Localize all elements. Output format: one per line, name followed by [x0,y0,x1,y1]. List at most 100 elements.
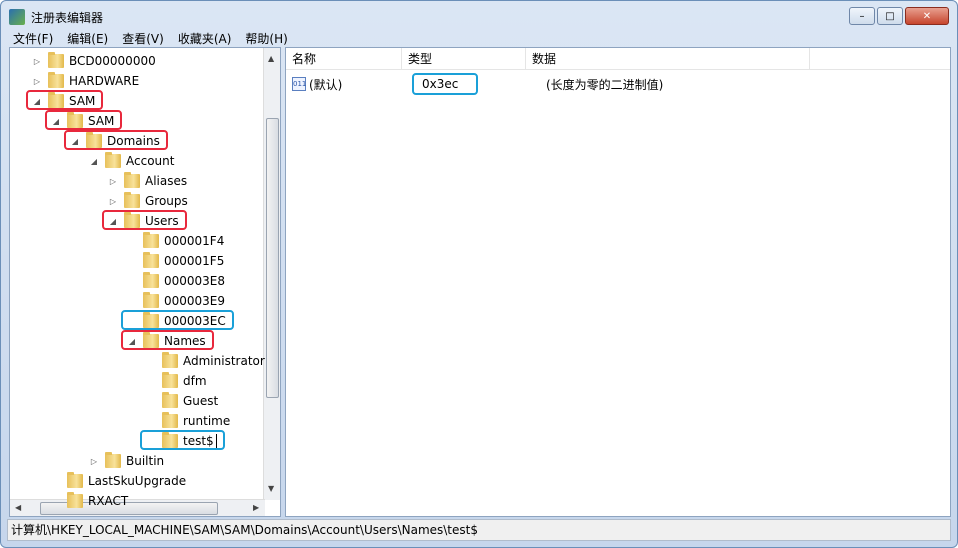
menu-help[interactable]: 帮助(H) [245,30,287,47]
tree-item[interactable]: RXACT [51,491,128,511]
title-bar: 注册表编辑器 [9,7,103,27]
scroll-right-arrow-icon[interactable]: ▶ [253,503,259,512]
tree-item-label: 000003E8 [164,274,226,288]
tree-item[interactable]: ◢ Domains [70,131,160,151]
menu-file[interactable]: 文件(F) [13,30,53,47]
tree-item[interactable]: 000003E8 [127,271,225,291]
tree-item-label: Users [145,214,179,228]
tree-item-label: LastSkuUpgrade [88,474,187,488]
expand-arrow-icon[interactable]: ▷ [32,57,42,66]
tree-vertical-scrollbar[interactable]: ▲ ▼ [263,48,280,500]
tree-item-label: runtime [183,414,231,428]
folder-icon [105,452,121,468]
tree-item[interactable]: Administrator [146,351,265,371]
tree-item[interactable]: LastSkuUpgrade [51,471,186,491]
tree-item[interactable]: 000003EC [127,311,226,331]
folder-icon [48,92,64,108]
collapse-arrow-icon[interactable]: ◢ [32,97,42,106]
folder-icon [67,492,83,508]
tree-item-label: Account [126,154,175,168]
folder-icon [143,292,159,308]
collapse-arrow-icon[interactable]: ◢ [70,137,80,146]
tree-item[interactable]: Guest [146,391,218,411]
scroll-left-arrow-icon[interactable]: ◀ [15,503,21,512]
maximize-button[interactable]: □ [877,7,903,25]
tree-item-label: SAM [88,114,115,128]
tree-item[interactable]: ▷ Groups [108,191,188,211]
tree-item-label: BCD00000000 [69,54,156,68]
expand-arrow-icon[interactable]: ▷ [32,77,42,86]
expand-arrow-icon[interactable]: ▷ [108,177,118,186]
tree-item-label: Names [164,334,206,348]
folder-icon [143,312,159,328]
folder-icon [143,272,159,288]
tree-item[interactable]: ◢ SAM [32,91,95,111]
tree-item-label: SAM [69,94,96,108]
tree-item[interactable]: dfm [146,371,207,391]
minimize-button[interactable]: – [849,7,875,25]
tree-item[interactable]: ◢ SAM [51,111,114,131]
tree-item[interactable]: ▷ HARDWARE [32,71,139,91]
tree-item[interactable]: ◢ Users [108,211,179,231]
tree-item-label: Aliases [145,174,188,188]
tree-item-label: HARDWARE [69,74,140,88]
folder-icon [124,192,140,208]
tree-item[interactable]: ▷ Builtin [89,451,164,471]
folder-icon [162,392,178,408]
tree-item[interactable]: ▷ Aliases [108,171,187,191]
registry-values-list: 名称 类型 数据 011 (默认) 0x3ec (长度为零的二进制值) [285,47,951,517]
tree-item[interactable]: ◢ Names [127,331,206,351]
value-data: (长度为零的二进制值) [546,77,664,92]
tree-item-label: RXACT [88,494,129,508]
column-header-name[interactable]: 名称 [286,48,402,70]
list-header: 名称 类型 数据 [286,48,950,70]
folder-icon [86,132,102,148]
tree-item-label: 000003EC [164,314,226,328]
collapse-arrow-icon[interactable]: ◢ [127,337,137,346]
expand-arrow-icon[interactable]: ▷ [108,197,118,206]
folder-icon [105,152,121,168]
registry-key-tree: ▲ ▼ ◀ ▶ ▷ BCD00000000 ▷ HARDWARE ◢ SAM ◢ SAM ◢ Do… [9,47,281,517]
column-header-data[interactable]: 数据 [526,48,810,70]
collapse-arrow-icon[interactable]: ◢ [51,117,61,126]
status-bar-path: 计算机\HKEY_LOCAL_MACHINE\SAM\SAM\Domains\A… [7,519,951,541]
folder-icon [162,412,178,428]
menu-favorites[interactable]: 收藏夹(A) [178,30,232,47]
scroll-down-arrow-icon[interactable]: ▼ [268,484,274,493]
tree-item[interactable]: test$ [146,431,217,451]
registry-editor-window: 注册表编辑器 – □ ✕ 文件(F) 编辑(E) 查看(V) 收藏夹(A) 帮助… [0,0,958,548]
folder-icon [162,432,178,448]
collapse-arrow-icon[interactable]: ◢ [108,217,118,226]
tree-item-label: test$ [183,434,217,448]
folder-icon [162,352,178,368]
expand-arrow-icon[interactable]: ▷ [89,457,99,466]
collapse-arrow-icon[interactable]: ◢ [89,157,99,166]
folder-icon [124,212,140,228]
tree-horizontal-scrollbar[interactable]: ◀ ▶ [10,499,265,516]
tree-item-label: dfm [183,374,207,388]
tree-item[interactable]: 000001F4 [127,231,224,251]
close-button[interactable]: ✕ [905,7,949,25]
folder-icon [48,52,64,68]
tree-item-label: Guest [183,394,219,408]
folder-icon [143,332,159,348]
column-header-type[interactable]: 类型 [402,48,526,70]
window-title: 注册表编辑器 [31,10,104,25]
tree-item[interactable]: ◢ Account [89,151,174,171]
scroll-up-arrow-icon[interactable]: ▲ [268,54,274,63]
tree-item[interactable]: runtime [146,411,230,431]
value-name: (默认) [309,77,343,92]
tree-item-label: Groups [145,194,188,208]
menu-edit[interactable]: 编辑(E) [67,30,108,47]
tree-item-label: 000001F4 [164,234,225,248]
menu-bar: 文件(F) 编辑(E) 查看(V) 收藏夹(A) 帮助(H) [7,29,288,47]
tree-item[interactable]: ▷ BCD00000000 [32,51,156,71]
menu-view[interactable]: 查看(V) [122,30,164,47]
tree-vertical-scroll-thumb[interactable] [266,118,279,398]
list-row[interactable]: 011 (默认) 0x3ec (长度为零的二进制值) [286,73,664,95]
folder-icon [162,372,178,388]
tree-item[interactable]: 000003E9 [127,291,225,311]
tree-item[interactable]: 000001F5 [127,251,224,271]
regedit-app-icon [9,9,25,25]
binary-value-icon: 011 [292,77,306,91]
